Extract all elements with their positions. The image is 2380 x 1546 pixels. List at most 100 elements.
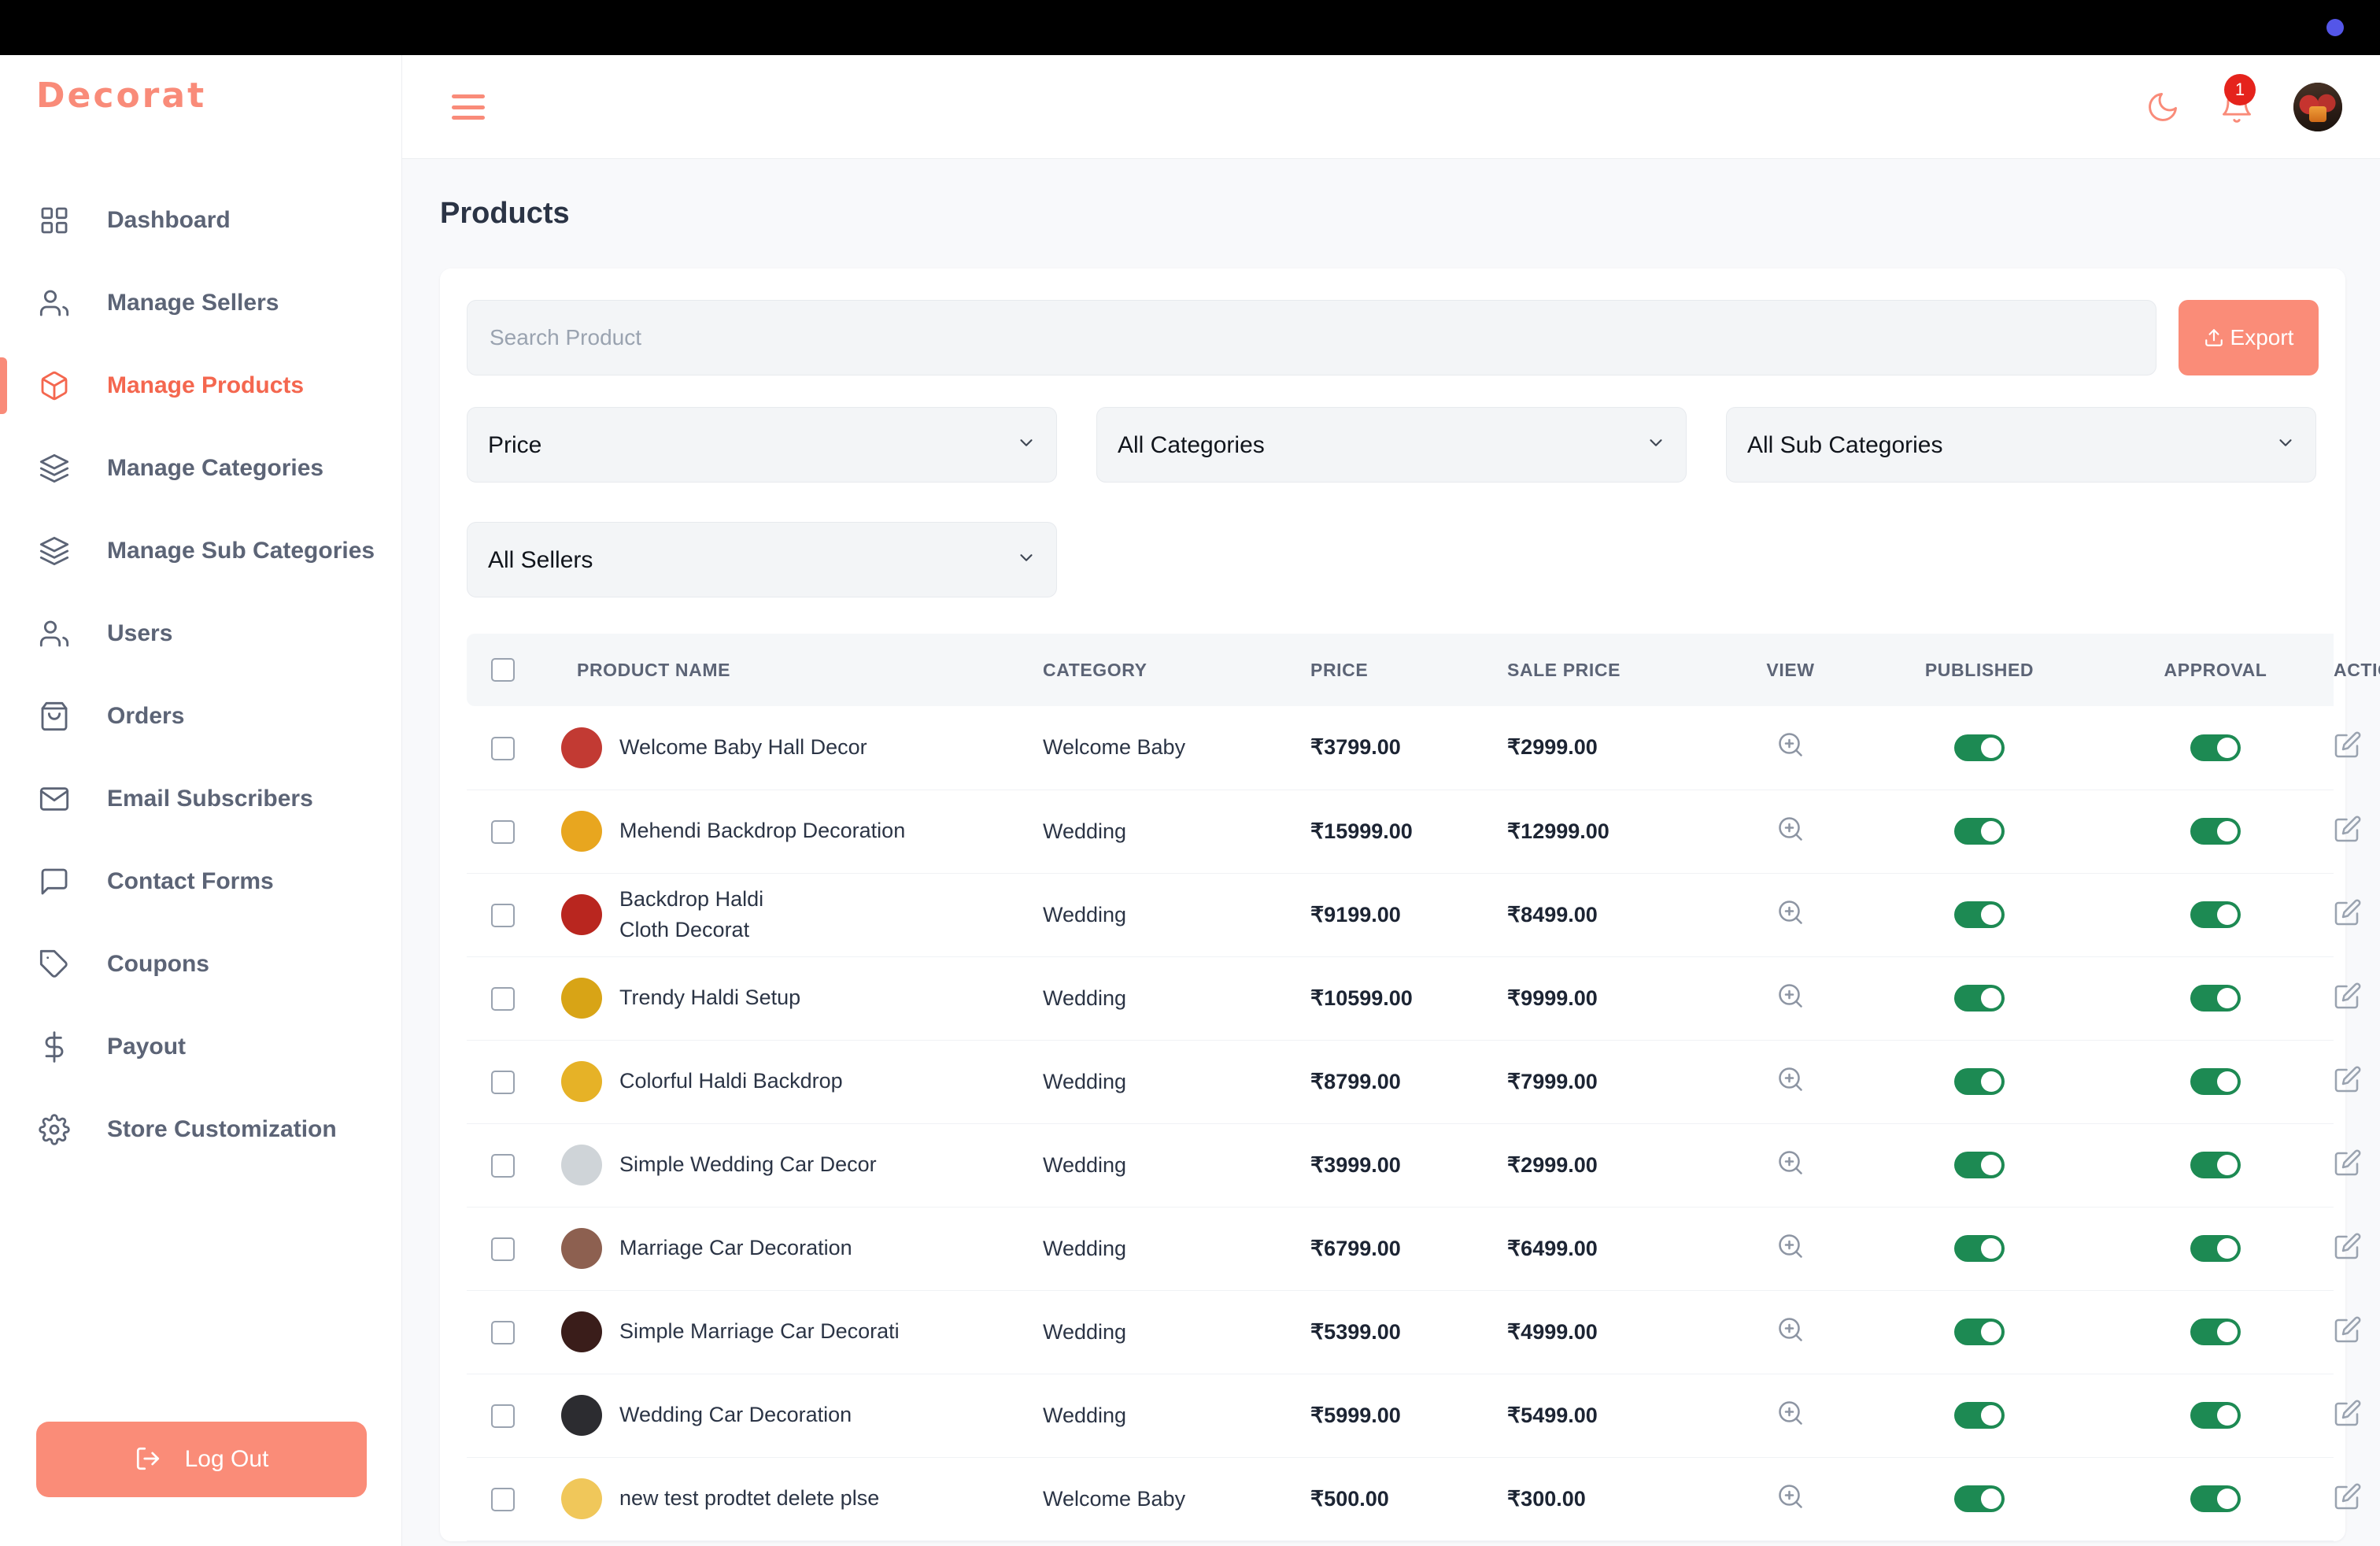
view-product-button[interactable]	[1776, 898, 1805, 926]
approval-toggle[interactable]	[2190, 1402, 2241, 1429]
zoom-in-icon	[1779, 1233, 1802, 1258]
sidebar-item-orders[interactable]: Orders	[0, 693, 402, 740]
view-product-button[interactable]	[1776, 1065, 1805, 1093]
logout-button[interactable]: Log Out	[36, 1422, 367, 1497]
published-toggle[interactable]	[1954, 1319, 2005, 1345]
row-checkbox[interactable]	[491, 1070, 515, 1094]
view-product-button[interactable]	[1776, 1482, 1805, 1511]
published-toggle[interactable]	[1954, 1068, 2005, 1095]
filter-categories[interactable]: All Categories	[1096, 407, 1687, 483]
row-checkbox[interactable]	[491, 903, 515, 927]
approval-toggle[interactable]	[2190, 818, 2241, 845]
view-product-button[interactable]	[1776, 815, 1805, 843]
header-view: VIEW	[1766, 659, 1815, 680]
table-row[interactable]: Marriage Car Decoration Wedding ₹6799.00 ₹6…	[467, 1207, 2361, 1291]
table-row[interactable]: Simple Marriage Car Decorati Wedding ₹5399…	[467, 1290, 2361, 1374]
sidebar-item-manage-products[interactable]: Manage Products	[0, 357, 402, 414]
sidebar-item-dashboard[interactable]: Dashboard	[0, 197, 402, 244]
approval-toggle[interactable]	[2190, 1485, 2241, 1512]
export-button[interactable]: Export	[2179, 300, 2319, 375]
edit-icon	[2334, 1400, 2361, 1426]
approval-toggle[interactable]	[2190, 1152, 2241, 1178]
users-icon	[36, 616, 72, 652]
table-row[interactable]: Backdrop Haldi Cloth Decorat Wedding ₹9199.…	[467, 873, 2361, 957]
published-toggle[interactable]	[1954, 985, 2005, 1012]
zoom-in-icon	[1779, 1067, 1802, 1091]
sidebar-item-coupons[interactable]: Coupons	[0, 941, 402, 988]
approval-toggle[interactable]	[2190, 901, 2241, 928]
published-toggle[interactable]	[1954, 1485, 2005, 1512]
published-toggle[interactable]	[1954, 1402, 2005, 1429]
sidebar-item-store-customization[interactable]: Store Customization	[0, 1106, 402, 1153]
row-checkbox[interactable]	[491, 1320, 515, 1344]
product-name: Wedding Car Decoration	[619, 1400, 852, 1430]
edit-product-button[interactable]	[2334, 1065, 2362, 1093]
table-row[interactable]: Colorful Haldi Backdrop Wedding ₹8799.00 ₹7…	[467, 1040, 2361, 1124]
view-product-button[interactable]	[1776, 1232, 1805, 1260]
view-product-button[interactable]	[1776, 982, 1805, 1010]
edit-product-button[interactable]	[2334, 730, 2362, 759]
published-toggle[interactable]	[1954, 1152, 2005, 1178]
product-name: Marriage Car Decoration	[619, 1233, 852, 1263]
filter-sellers[interactable]: All Sellers	[467, 522, 1057, 597]
sidebar-item-manage-sellers[interactable]: Manage Sellers	[0, 279, 402, 327]
table-row[interactable]: Trendy Haldi Setup Wedding ₹10599.00 ₹9999.…	[467, 956, 2361, 1041]
sidebar-item-payout[interactable]: Payout	[0, 1023, 402, 1071]
edit-product-button[interactable]	[2334, 982, 2362, 1010]
avatar-image-detail	[2309, 106, 2326, 122]
row-checkbox[interactable]	[491, 986, 515, 1011]
approval-toggle[interactable]	[2190, 1319, 2241, 1345]
table-row[interactable]: Wedding Car Decoration Wedding ₹5999.00 ₹54…	[467, 1374, 2361, 1458]
row-checkbox[interactable]	[491, 819, 515, 844]
edit-product-button[interactable]	[2334, 1315, 2362, 1344]
view-product-button[interactable]	[1776, 1399, 1805, 1427]
table-row[interactable]: Mehendi Backdrop Decoration Wedding ₹15999…	[467, 790, 2361, 874]
edit-product-button[interactable]	[2334, 1482, 2362, 1511]
edit-product-button[interactable]	[2334, 1399, 2362, 1427]
filter-price[interactable]: Price	[467, 407, 1057, 483]
select-all-checkbox[interactable]	[491, 658, 515, 682]
avatar[interactable]	[2293, 83, 2342, 131]
row-checkbox[interactable]	[491, 1487, 515, 1511]
export-label: Export	[2230, 325, 2294, 350]
table-row[interactable]: new test prodtet delete plse Welcome Baby…	[467, 1457, 2361, 1541]
edit-product-button[interactable]	[2334, 898, 2362, 926]
approval-toggle[interactable]	[2190, 1235, 2241, 1262]
view-product-button[interactable]	[1776, 1315, 1805, 1344]
sidebar-item-manage-sub-categories[interactable]: Manage Sub Categories	[0, 527, 402, 575]
published-toggle[interactable]	[1954, 734, 2005, 761]
price-cell: ₹500.00	[1310, 1457, 1507, 1541]
dark-mode-toggle[interactable]	[2145, 90, 2180, 124]
edit-product-button[interactable]	[2334, 815, 2362, 843]
table-row[interactable]: Simple Wedding Car Decor Wedding ₹3999.00 ₹…	[467, 1123, 2361, 1208]
zoom-in-icon	[1779, 1400, 1802, 1425]
brand-logo[interactable]: Decorat	[36, 76, 206, 116]
published-toggle[interactable]	[1954, 818, 2005, 845]
approval-toggle[interactable]	[2190, 1068, 2241, 1095]
view-product-button[interactable]	[1776, 1148, 1805, 1177]
sidebar-item-users[interactable]: Users	[0, 610, 402, 657]
notifications-button[interactable]: 1	[2219, 74, 2256, 124]
search-input[interactable]	[467, 300, 2156, 375]
approval-toggle[interactable]	[2190, 985, 2241, 1012]
published-toggle[interactable]	[1954, 901, 2005, 928]
filter-price-wrap: Price	[467, 407, 1057, 483]
row-checkbox[interactable]	[491, 1237, 515, 1261]
row-checkbox[interactable]	[491, 736, 515, 760]
sidebar-item-manage-categories[interactable]: Manage Categories	[0, 445, 402, 492]
row-checkbox[interactable]	[491, 1404, 515, 1428]
product-name-line: Simple Marriage Car Decorati	[619, 1319, 900, 1344]
product-name-line: Colorful Haldi Backdrop	[619, 1069, 843, 1093]
sidebar-item-contact-forms[interactable]: Contact Forms	[0, 858, 402, 905]
published-toggle[interactable]	[1954, 1235, 2005, 1262]
published-cell	[1861, 1290, 2097, 1374]
row-checkbox[interactable]	[491, 1153, 515, 1178]
table-row[interactable]: Welcome Baby Hall Decor Welcome Baby ₹3799…	[467, 706, 2361, 790]
sidebar-item-email-subscribers[interactable]: Email Subscribers	[0, 775, 402, 823]
view-product-button[interactable]	[1776, 730, 1805, 759]
approval-toggle[interactable]	[2190, 734, 2241, 761]
edit-product-button[interactable]	[2334, 1148, 2362, 1177]
edit-product-button[interactable]	[2334, 1232, 2362, 1260]
filter-sub_categories[interactable]: All Sub Categories	[1726, 407, 2316, 483]
hamburger-icon[interactable]	[452, 94, 485, 120]
